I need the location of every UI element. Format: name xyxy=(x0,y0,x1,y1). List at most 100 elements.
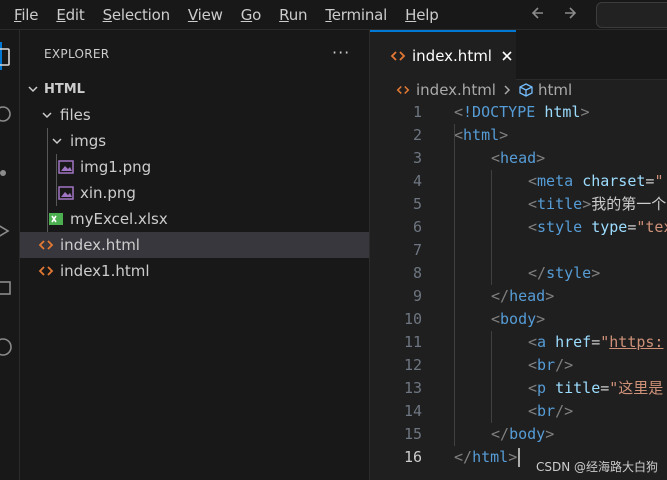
indent-guide xyxy=(491,331,492,423)
line-number: 9 xyxy=(412,287,422,305)
line-number: 8 xyxy=(412,264,422,282)
html-file-icon xyxy=(38,240,54,250)
code-text: </head> xyxy=(491,287,555,305)
line-number: 2 xyxy=(412,126,422,144)
more-actions-button[interactable]: ··· xyxy=(332,43,350,62)
tree-item-xin-png[interactable]: xin.png xyxy=(20,180,369,206)
editor-tab-bar: index.html xyxy=(370,30,667,80)
line-number: 12 xyxy=(403,356,422,374)
back-arrow-icon[interactable] xyxy=(528,3,548,23)
html-file-icon xyxy=(396,85,410,95)
menu-item-view[interactable]: View xyxy=(179,6,232,24)
folder-root-html[interactable]: HTML xyxy=(20,76,369,102)
remote-explorer-icon[interactable] xyxy=(0,336,14,358)
menu-item-terminal[interactable]: Terminal xyxy=(316,6,396,24)
code-text: <br/> xyxy=(528,356,574,374)
indent-guide xyxy=(491,170,492,285)
extensions-icon[interactable] xyxy=(0,278,14,300)
line-number: 16 xyxy=(403,448,422,466)
code-line[interactable]: 9 </head> xyxy=(370,285,667,308)
menu-item-go[interactable]: Go xyxy=(232,6,270,24)
symbol-element-icon xyxy=(519,83,533,97)
code-line[interactable]: 7 xyxy=(370,239,667,262)
tree-item-label: myExcel.xlsx xyxy=(70,210,168,228)
menu: File Edit Selection View Go Run Terminal Help xyxy=(0,6,448,24)
tree-item-index1-html[interactable]: index1.html xyxy=(20,258,369,284)
line-number: 10 xyxy=(403,310,422,328)
tree-item-imgs-folder[interactable]: imgs xyxy=(20,128,369,154)
code-text: <meta charset=" xyxy=(528,172,664,190)
code-text: <body> xyxy=(491,310,546,328)
line-number: 15 xyxy=(403,425,422,443)
line-number: 1 xyxy=(412,103,422,121)
code-text: <a href="https: xyxy=(528,333,664,351)
code-line[interactable]: 11 <a href="https: xyxy=(370,331,667,354)
menu-item-edit[interactable]: Edit xyxy=(47,6,93,24)
tree-item-img1-png[interactable]: img1.png xyxy=(20,154,369,180)
line-number: 13 xyxy=(403,379,422,397)
tree-item-label: index.html xyxy=(60,236,140,254)
forward-arrow-icon[interactable] xyxy=(560,3,580,23)
code-line[interactable]: 4 <meta charset=" xyxy=(370,170,667,193)
code-text: <!DOCTYPE html> xyxy=(454,103,590,121)
chevron-down-icon xyxy=(52,138,62,145)
code-line[interactable]: 12 <br/> xyxy=(370,354,667,377)
code-line[interactable]: 2 <html> xyxy=(370,124,667,147)
source-control-icon[interactable] xyxy=(0,162,14,184)
tree-item-label: img1.png xyxy=(80,158,152,176)
code-text: <style type="tex xyxy=(528,218,667,236)
code-line[interactable]: 5 <title>我的第一个 xyxy=(370,193,667,216)
tree-item-label: xin.png xyxy=(80,184,136,202)
tree-item-label: files xyxy=(60,106,91,124)
navigation-arrows xyxy=(528,3,580,23)
line-number: 4 xyxy=(412,172,422,190)
tab-index-html[interactable]: index.html xyxy=(370,30,516,80)
image-file-icon xyxy=(58,186,74,200)
code-line[interactable]: 15 </body> xyxy=(370,423,667,446)
code-line[interactable]: 10 <body> xyxy=(370,308,667,331)
line-number: 7 xyxy=(412,241,422,259)
code-line[interactable]: 14 <br/> xyxy=(370,400,667,423)
code-line[interactable]: 13 <p title="这里是 xyxy=(370,377,667,400)
indent-guide xyxy=(454,124,455,446)
run-debug-icon[interactable] xyxy=(0,220,14,242)
excel-file-icon xyxy=(49,213,63,225)
line-number: 6 xyxy=(412,218,422,236)
code-text: <title>我的第一个 xyxy=(528,195,667,213)
breadcrumb-file[interactable]: index.html xyxy=(416,81,496,99)
code-text: <head> xyxy=(491,149,546,167)
tab-label: index.html xyxy=(412,47,492,65)
html-file-icon xyxy=(390,51,406,61)
menu-item-file[interactable]: File xyxy=(5,6,47,24)
code-line[interactable]: 8 </style> xyxy=(370,262,667,285)
explorer-title: EXPLORER xyxy=(44,47,110,61)
code-text: </body> xyxy=(491,425,555,443)
code-line[interactable]: 1 <!DOCTYPE html> xyxy=(370,101,667,124)
code-editor[interactable]: 1 <!DOCTYPE html> 2 <html> 3 <head> 4 <meta cha… xyxy=(370,101,667,480)
tree-item-index-html[interactable]: index.html xyxy=(20,232,369,258)
close-icon[interactable] xyxy=(500,49,514,63)
text-cursor xyxy=(518,448,520,467)
code-text: <br/> xyxy=(528,402,574,420)
code-text: <p title="这里是 xyxy=(528,379,664,397)
explorer-icon[interactable] xyxy=(0,46,14,68)
menu-item-help[interactable]: Help xyxy=(396,6,447,24)
tree-item-files-folder[interactable]: files xyxy=(20,102,369,128)
command-center-search[interactable] xyxy=(596,2,667,28)
code-text: <html> xyxy=(454,126,509,144)
chevron-down-icon xyxy=(42,112,52,119)
tree-item-myexcel-xlsx[interactable]: myExcel.xlsx xyxy=(20,206,369,232)
html-file-icon xyxy=(38,266,54,276)
line-number: 11 xyxy=(403,333,422,351)
tree-item-label: imgs xyxy=(70,132,107,150)
breadcrumb: index.html html xyxy=(370,80,667,100)
breadcrumb-symbol[interactable]: html xyxy=(538,81,572,99)
code-text: </html> xyxy=(454,448,518,466)
tree-item-label: index1.html xyxy=(60,262,150,280)
code-line[interactable]: 6 <style type="tex xyxy=(370,216,667,239)
menu-item-selection[interactable]: Selection xyxy=(94,6,179,24)
search-icon[interactable] xyxy=(0,104,14,126)
line-number: 5 xyxy=(412,195,422,213)
menu-item-run[interactable]: Run xyxy=(270,6,316,24)
code-line[interactable]: 3 <head> xyxy=(370,147,667,170)
